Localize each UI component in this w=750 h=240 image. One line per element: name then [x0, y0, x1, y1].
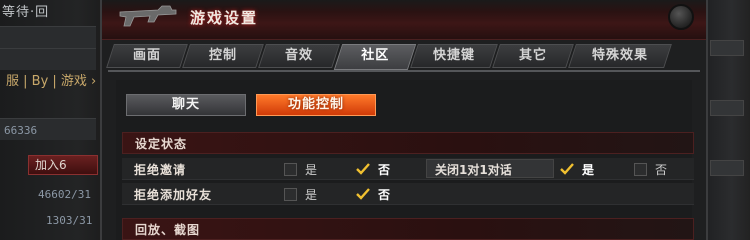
close-icon[interactable] [668, 4, 694, 30]
tab-graphics[interactable]: 画面 [106, 44, 188, 68]
tab-label: 控制 [208, 48, 237, 63]
sub-setting-box: 关闭1对1对话 [426, 159, 554, 178]
option-label: 否 [378, 187, 391, 202]
tab-sound[interactable]: 音效 [258, 44, 340, 68]
option-label: 否 [378, 162, 391, 177]
option-label: 否 [655, 162, 668, 177]
background-strip [710, 100, 744, 116]
setting-row-refuse-invite: 拒绝邀请 是 否 关闭1对1对话 是 否 [122, 158, 694, 180]
tab-other[interactable]: 其它 [492, 44, 574, 68]
tab-label: 快捷键 [432, 48, 475, 63]
tab-hotkeys[interactable]: 快捷键 [410, 44, 498, 68]
gun-icon [119, 5, 177, 27]
section-title: 回放、截图 [135, 223, 201, 237]
tab-community[interactable]: 社区 [333, 44, 417, 70]
setting-label: 拒绝添加好友 [134, 188, 213, 202]
setting-row-refuse-add-friend: 拒绝添加好友 是 否 [122, 183, 694, 205]
option-no[interactable]: 否 [356, 161, 390, 177]
tab-label: 音效 [284, 48, 313, 63]
tab-label: 其它 [518, 48, 547, 63]
option-no[interactable]: 否 [356, 186, 390, 202]
background-left-title: 等待·回 [2, 5, 50, 20]
checkmark-icon[interactable] [356, 187, 370, 201]
background-number: 66336 [4, 124, 38, 137]
option-label: 是 [305, 187, 318, 202]
settings-tabs: 画面 控制 音效 社区 快捷键 其它 特殊效果 [106, 44, 700, 70]
background-number: 46602/31 [38, 188, 91, 201]
background-join-button[interactable]: 加入6 [28, 155, 98, 175]
checkbox-icon[interactable] [284, 162, 297, 176]
section-header-status: 设定状态 [122, 132, 694, 154]
background-left-panel: 等待·回 服 | By | 游戏 › 66336 加入6 46602/31 13… [0, 0, 112, 240]
option-yes[interactable]: 是 [284, 186, 317, 202]
chat-subtab-button[interactable]: 聊天 [126, 94, 246, 116]
checkmark-icon[interactable] [560, 162, 574, 176]
background-number: 1303/31 [46, 214, 93, 227]
option-label: 是 [582, 162, 595, 177]
checkbox-icon[interactable] [634, 162, 647, 176]
section-header-replay: 回放、截图 [122, 218, 694, 240]
checkbox-icon[interactable] [284, 187, 297, 201]
option-yes[interactable]: 是 [560, 161, 594, 177]
sub-setting-label: 关闭1对1对话 [435, 163, 512, 177]
checkmark-icon[interactable] [356, 162, 370, 176]
game-settings-dialog: 游戏设置 画面 控制 音效 社区 快捷键 其它 特殊效果 聊天 功能控制 设定状… [100, 0, 708, 240]
background-right-panel [704, 0, 750, 240]
tab-label: 社区 [361, 48, 390, 63]
background-strip [710, 40, 744, 56]
tab-label: 特殊效果 [591, 48, 648, 63]
option-yes[interactable]: 是 [284, 161, 317, 177]
function-control-subtab-button[interactable]: 功能控制 [256, 94, 376, 116]
option-label: 是 [305, 162, 318, 177]
background-filter[interactable]: 服 | By | 游戏 › [6, 70, 96, 89]
tab-special-effects[interactable]: 特殊效果 [568, 44, 672, 68]
tabs-divider [108, 70, 700, 72]
tab-controls[interactable]: 控制 [182, 44, 264, 68]
background-strip [710, 160, 744, 176]
dialog-title: 游戏设置 [190, 9, 259, 27]
section-title: 设定状态 [135, 137, 188, 151]
option-no[interactable]: 否 [634, 161, 667, 177]
setting-label: 拒绝邀请 [134, 163, 187, 177]
background-row [0, 26, 96, 48]
dialog-titlebar[interactable]: 游戏设置 [102, 0, 706, 40]
background-row [0, 48, 96, 70]
tab-label: 画面 [132, 48, 161, 63]
